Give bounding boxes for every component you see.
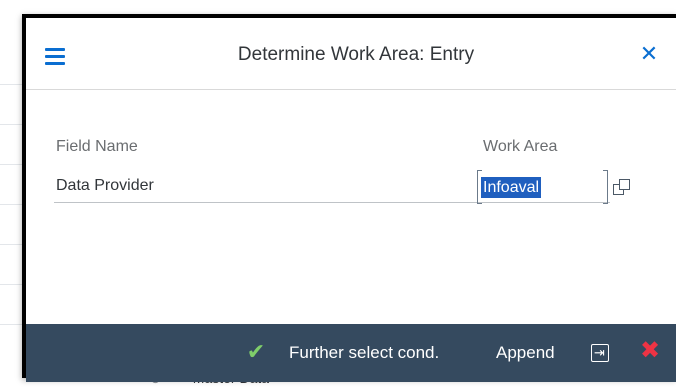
background-divider [0,124,22,125]
transfer-arrow-glyph: ⇥ [594,345,605,360]
background-divider [0,204,22,205]
append-button[interactable]: Append [496,343,555,363]
work-area-input-value[interactable]: Infoaval [481,177,542,198]
column-header-work-area: Work Area [483,138,558,155]
input-bracket-right [603,170,608,204]
background-divider [0,324,22,325]
dialog-header: Determine Work Area: Entry ✕ [26,18,676,90]
column-header-field-name: Field Name [56,138,138,155]
transfer-icon[interactable]: ⇥ [591,344,609,362]
cancel-icon[interactable]: ✖ [638,339,662,363]
dialog-title: Determine Work Area: Entry [237,44,475,65]
further-select-cond-button[interactable]: Further select cond. [289,343,439,363]
dialog-footer-toolbar: ✔ Further select cond. Append ⇥ ✖ [26,324,676,382]
background-divider [0,164,22,165]
checkmark-icon[interactable]: ✔ [244,340,268,364]
background-list [0,14,24,386]
row-field-name: Data Provider [56,177,154,194]
hamburger-menu-icon[interactable] [45,47,67,65]
background-divider [0,244,22,245]
value-help-icon[interactable] [610,176,636,200]
determine-work-area-dialog: Determine Work Area: Entry ✕ Field Name … [22,14,676,382]
background-divider [0,284,22,285]
screen: ⊘ Master Data Determine Work Area: Entry… [0,0,676,386]
background-divider [0,84,22,85]
work-area-input[interactable]: Infoaval [477,170,609,204]
close-icon[interactable]: ✕ [637,42,661,66]
